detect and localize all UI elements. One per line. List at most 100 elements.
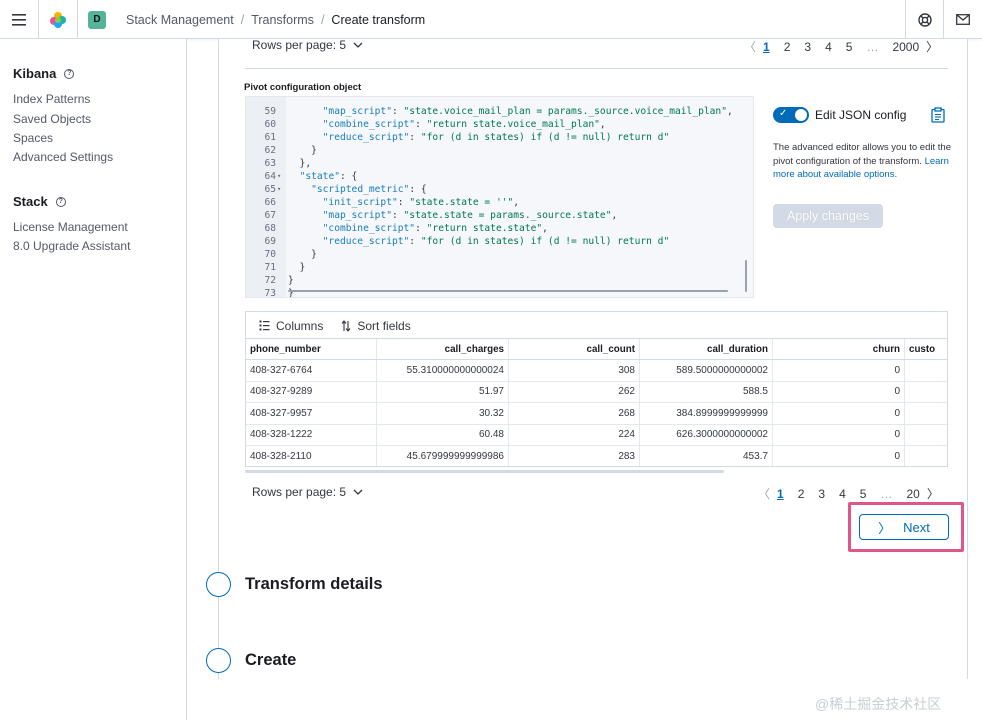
- fold-arrow-icon[interactable]: ▾: [277, 183, 281, 196]
- table-cell[interactable]: 30.32: [377, 403, 509, 424]
- breadcrumb-stack-management[interactable]: Stack Management: [126, 13, 234, 27]
- step-title-create: Create: [245, 651, 297, 669]
- menu-button[interactable]: [0, 0, 39, 39]
- code-line: 59 "map_script": "state.voice_mail_plan …: [246, 105, 746, 118]
- table-cell[interactable]: 0: [773, 446, 905, 466]
- page-link[interactable]: 2: [798, 487, 805, 501]
- page-link[interactable]: 20: [906, 487, 919, 501]
- table-cell[interactable]: 408-328-2110: [246, 446, 377, 466]
- sidebar-item-advanced-settings[interactable]: Advanced Settings: [13, 150, 113, 164]
- table-row: 408-328-2110 45.679999999999986 283 453.7 0: [246, 446, 947, 466]
- line-number: 62: [264, 145, 276, 156]
- rows-per-page-top[interactable]: Rows per page: 5: [252, 34, 363, 56]
- column-header[interactable]: churn: [773, 339, 905, 359]
- table-cell[interactable]: 408-327-9289: [246, 381, 377, 402]
- table-cell[interactable]: [905, 360, 947, 381]
- columns-button[interactable]: Columns: [259, 319, 323, 333]
- table-cell[interactable]: 0: [773, 381, 905, 402]
- table-cell[interactable]: 283: [509, 446, 640, 466]
- table-cell[interactable]: 408-327-6764: [246, 360, 377, 381]
- chevron-left-icon[interactable]: 〈: [744, 38, 756, 55]
- table-cell[interactable]: 453.7: [640, 446, 773, 466]
- column-header[interactable]: call_charges: [377, 339, 509, 359]
- pagination-bottom: 〈 1 2 3 4 5 … 20 〉: [758, 485, 939, 502]
- sidebar-item-saved-objects[interactable]: Saved Objects: [13, 112, 91, 126]
- help-button[interactable]: [905, 0, 943, 39]
- table-cell[interactable]: 268: [509, 403, 640, 424]
- chevron-right-icon[interactable]: 〉: [926, 38, 938, 55]
- page-link[interactable]: 2000: [892, 40, 919, 54]
- apply-changes-button[interactable]: Apply changes: [773, 204, 883, 228]
- datagrid-scrollbar[interactable]: [245, 470, 724, 473]
- page-link[interactable]: 4: [839, 487, 846, 501]
- help-icon[interactable]: ?: [64, 68, 75, 79]
- table-cell[interactable]: 0: [773, 360, 905, 381]
- table-cell[interactable]: [905, 382, 947, 403]
- newsfeed-button[interactable]: [943, 0, 981, 39]
- column-header[interactable]: phone_number: [246, 339, 377, 359]
- table-cell[interactable]: 51.97: [377, 381, 509, 402]
- table-row: 408-328-1222 60.48 224 626.3000000000002 0: [246, 424, 947, 446]
- pivot-json-editor[interactable]: 59 "map_script": "state.voice_mail_plan …: [245, 96, 754, 298]
- page-link[interactable]: 3: [804, 40, 811, 54]
- code-text: }: [288, 262, 306, 273]
- column-header[interactable]: call_duration: [640, 339, 773, 359]
- page-link[interactable]: 4: [825, 40, 832, 54]
- chevron-left-icon[interactable]: 〈: [758, 485, 770, 502]
- sidebar-item-spaces[interactable]: Spaces: [13, 131, 53, 145]
- next-button[interactable]: 〉 Next: [859, 514, 949, 540]
- table-cell[interactable]: 0: [773, 424, 905, 445]
- chevron-right-icon[interactable]: 〉: [927, 485, 939, 502]
- table-cell[interactable]: [905, 425, 947, 446]
- elastic-logo[interactable]: [39, 0, 78, 39]
- line-number: 60: [264, 119, 276, 130]
- table-cell[interactable]: [905, 403, 947, 424]
- table-cell[interactable]: 308: [509, 360, 640, 381]
- apply-changes-label: Apply changes: [786, 209, 869, 223]
- table-cell[interactable]: 626.3000000000002: [640, 424, 773, 445]
- code-line: 69 "reduce_script": "for (d in states) i…: [246, 235, 746, 248]
- table-cell[interactable]: 408-328-1222: [246, 424, 377, 445]
- page-link[interactable]: 1: [777, 487, 784, 501]
- copy-clipboard-icon[interactable]: [931, 107, 945, 123]
- table-cell[interactable]: 588.5: [640, 381, 773, 402]
- code-text: "reduce_script": "for (d in states) if (…: [322, 132, 670, 143]
- page-link[interactable]: 2: [784, 40, 791, 54]
- preview-datagrid: phone_number call_charges call_count cal…: [245, 338, 948, 467]
- sort-fields-button[interactable]: Sort fields: [341, 319, 411, 333]
- fold-arrow-icon[interactable]: ▾: [277, 170, 281, 183]
- page-link[interactable]: 3: [818, 487, 825, 501]
- editor-horizontal-scrollbar[interactable]: [288, 290, 728, 292]
- sidebar-item-upgrade-assistant[interactable]: 8.0 Upgrade Assistant: [13, 239, 130, 253]
- step-connector: [218, 598, 219, 644]
- table-cell[interactable]: 55.310000000000024: [377, 360, 509, 381]
- help-icon[interactable]: ?: [55, 196, 66, 207]
- table-cell[interactable]: 45.679999999999986: [377, 446, 509, 466]
- space-selector[interactable]: D: [78, 0, 116, 39]
- pivot-config-label: Pivot configuration object: [244, 82, 362, 93]
- page-link[interactable]: 1: [763, 40, 770, 54]
- line-number: 63: [264, 158, 276, 169]
- edit-json-label: Edit JSON config: [815, 108, 907, 122]
- breadcrumb-transforms[interactable]: Transforms: [251, 13, 314, 27]
- code-text: "scripted_metric": {: [311, 184, 427, 195]
- table-cell[interactable]: 262: [509, 381, 640, 402]
- rows-per-page-bottom[interactable]: Rows per page: 5: [252, 481, 363, 503]
- page-link[interactable]: 5: [846, 40, 853, 54]
- line-number: 64: [264, 171, 276, 182]
- column-header[interactable]: custo: [905, 339, 947, 359]
- table-cell[interactable]: 0: [773, 403, 905, 424]
- table-cell[interactable]: 384.8999999999999: [640, 403, 773, 424]
- page-link[interactable]: 5: [860, 487, 867, 501]
- table-cell[interactable]: 224: [509, 424, 640, 445]
- editor-vertical-scrollbar[interactable]: [745, 260, 747, 292]
- table-cell[interactable]: 589.5000000000002: [640, 360, 773, 381]
- table-cell[interactable]: [905, 446, 947, 466]
- code-text: "combine_script": "return state.voice_ma…: [322, 119, 606, 130]
- edit-json-toggle[interactable]: ✓: [773, 107, 809, 123]
- sidebar-item-index-patterns[interactable]: Index Patterns: [13, 92, 90, 106]
- table-cell[interactable]: 408-327-9957: [246, 403, 377, 424]
- column-header[interactable]: call_count: [509, 339, 640, 359]
- table-cell[interactable]: 60.48: [377, 424, 509, 445]
- sidebar-item-license-management[interactable]: License Management: [13, 220, 128, 234]
